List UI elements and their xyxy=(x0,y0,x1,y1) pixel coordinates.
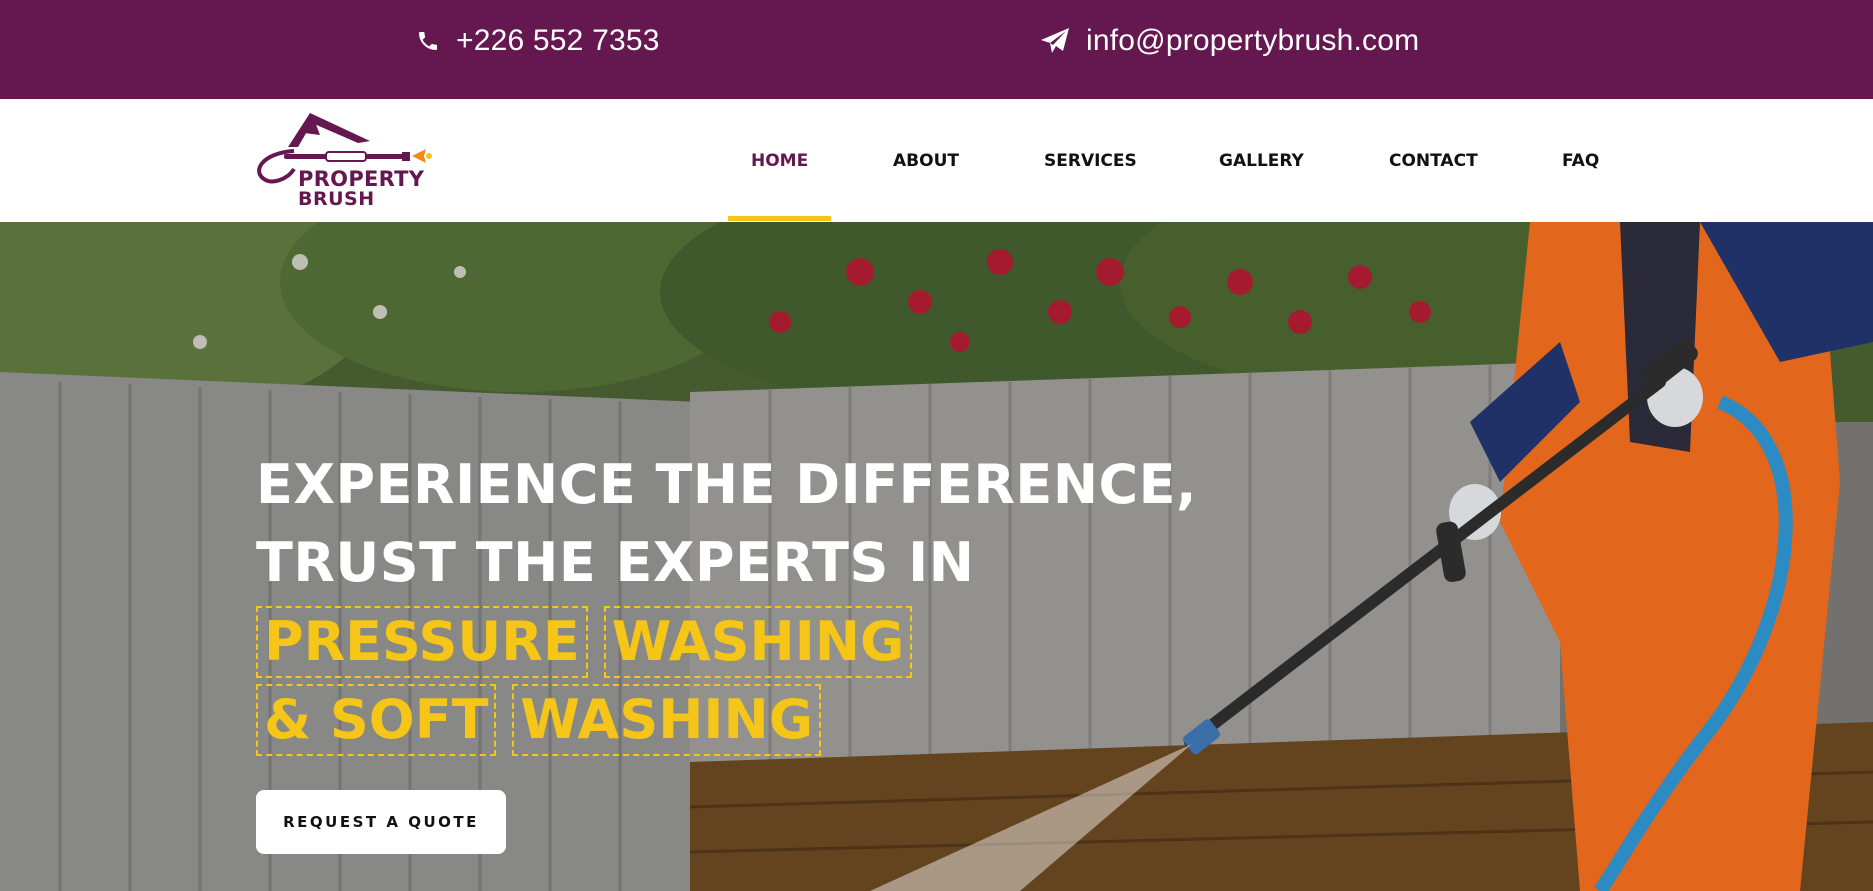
logo-text-brush: BRUSH xyxy=(298,188,375,210)
active-nav-indicator xyxy=(728,216,831,221)
contact-bar: +226 552 7353 info@propertybrush.com xyxy=(0,0,1873,99)
nav-contact[interactable]: CONTACT xyxy=(1389,151,1478,171)
site-logo[interactable]: PROPERTY BRUSH xyxy=(254,113,444,209)
phone-number[interactable]: +226 552 7353 xyxy=(456,24,660,58)
highlight-washing: WASHING xyxy=(603,606,913,678)
hero-section: EXPERIENCE THE DIFFERENCE, TRUST THE EXP… xyxy=(0,222,1873,891)
highlight-washing-2: WASHING xyxy=(512,684,822,756)
hero-highlight-row-1: PRESSURE WASHING xyxy=(256,606,913,678)
nav-about[interactable]: ABOUT xyxy=(893,151,959,171)
paper-plane-icon xyxy=(1040,27,1070,55)
highlight-soft: & SOFT xyxy=(256,684,497,756)
highlight-pressure: PRESSURE xyxy=(256,606,588,678)
nav-faq[interactable]: FAQ xyxy=(1562,151,1599,171)
email-contact[interactable]: info@propertybrush.com xyxy=(1040,24,1419,58)
hero-headline-line1: EXPERIENCE THE DIFFERENCE, xyxy=(256,453,1198,516)
logo-text-property: PROPERTY xyxy=(298,167,425,191)
email-address[interactable]: info@propertybrush.com xyxy=(1086,24,1419,58)
phone-contact[interactable]: +226 552 7353 xyxy=(416,24,660,58)
site-header: PROPERTY BRUSH HOME ABOUT SERVICES GALLE… xyxy=(0,99,1873,222)
hero-headline-line2: TRUST THE EXPERTS IN xyxy=(256,531,975,594)
nav-gallery[interactable]: GALLERY xyxy=(1219,151,1304,171)
request-quote-button[interactable]: REQUEST A QUOTE xyxy=(256,790,506,854)
nav-home[interactable]: HOME xyxy=(751,151,808,171)
hero-highlight-row-2: & SOFT WASHING xyxy=(256,684,822,756)
nav-services[interactable]: SERVICES xyxy=(1044,151,1137,171)
phone-icon xyxy=(416,29,440,53)
